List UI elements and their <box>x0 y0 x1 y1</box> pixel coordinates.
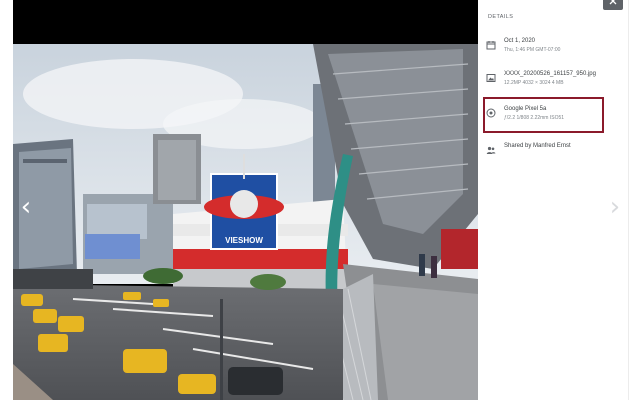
shared-by: Shared by Manfred Ernst <box>504 143 571 149</box>
close-button[interactable] <box>603 0 623 10</box>
photo-time: Thu, 1:46 PM GMT-07:00 <box>504 47 561 53</box>
viewer-top-bar <box>13 0 478 44</box>
photo-date: Oct 1, 2020 <box>504 38 536 44</box>
close-icon <box>609 0 617 5</box>
file-info: 12.2MP 4032 × 3024 4 MB <box>504 80 564 86</box>
billboard-text: VIESHOW <box>225 236 263 245</box>
photo-viewer: VIESHOW ‹ <box>13 0 478 400</box>
next-photo-button[interactable]: › <box>602 188 628 226</box>
chevron-left-icon: ‹ <box>20 192 32 222</box>
image-icon <box>486 74 496 82</box>
window-edge <box>628 0 640 400</box>
previous-photo-button[interactable]: ‹ <box>13 188 39 226</box>
file-name: XXXX_20200526_161157_950.jpg <box>504 71 596 77</box>
chevron-right-icon: › <box>609 192 621 222</box>
people-icon <box>486 146 496 154</box>
camera-info-highlight <box>483 97 604 133</box>
photo-viewer-window: VIESHOW ‹ › DETAILS Oct 1, 2020 Thu, 1:4… <box>0 0 640 400</box>
calendar-icon <box>486 41 496 50</box>
photo-image[interactable]: VIESHOW <box>13 44 478 400</box>
details-heading: DETAILS <box>488 14 514 20</box>
